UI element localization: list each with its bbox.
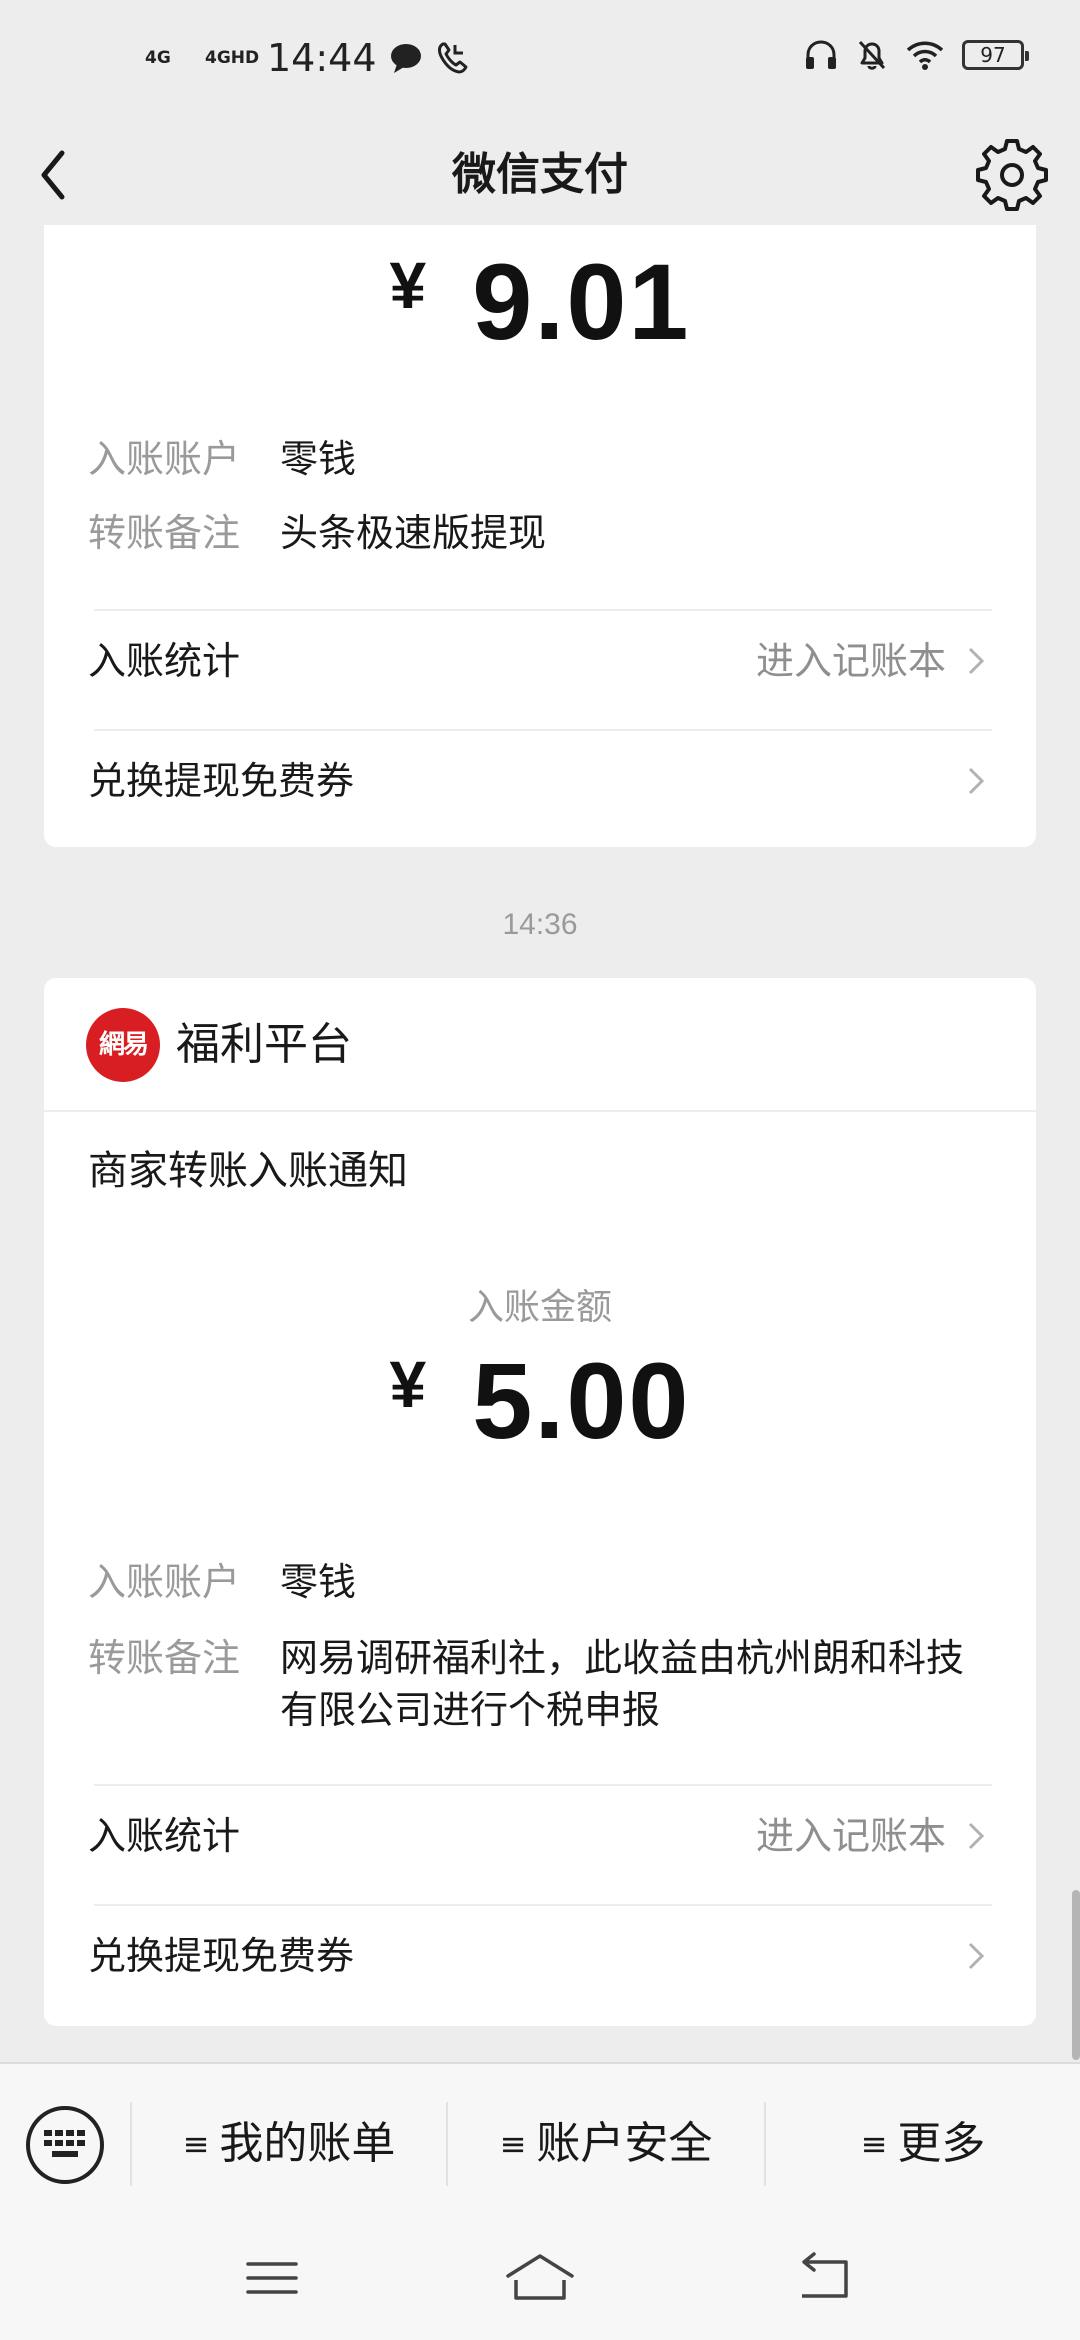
phone-icon (437, 42, 468, 74)
account-value: 零钱 (280, 437, 357, 481)
menu-label: 账户安全 (536, 2118, 713, 2169)
signal-indicator-2: 4GHD (205, 48, 260, 68)
remark-value: 头条极速版提现 (280, 511, 547, 555)
notice-title: 商家转账入账通知 (88, 1148, 408, 1194)
bottom-menu: ≡ 我的账单 ≡ 账户安全 ≡ 更多 (0, 2062, 1080, 2222)
menu-label: 我的账单 (219, 2118, 396, 2169)
stats-label: 入账统计 (88, 639, 241, 683)
chevron-right-icon (968, 1942, 985, 1970)
account-key: 入账账户 (88, 1560, 241, 1604)
wifi-icon (906, 41, 944, 70)
remark-key: 转账备注 (88, 511, 241, 555)
signal-indicator-1: 4G (145, 48, 171, 68)
menu-account-security[interactable]: ≡ 账户安全 (448, 2064, 764, 2224)
coupon-label: 兑换提现免费券 (88, 759, 355, 803)
chevron-right-icon (968, 647, 985, 675)
system-nav-bar (0, 2222, 1080, 2340)
menu-icon: ≡ (182, 2125, 210, 2163)
headphones-icon (806, 40, 836, 69)
currency-symbol: ¥ (389, 248, 427, 322)
currency-symbol: ¥ (389, 1347, 427, 1421)
back-nav-icon[interactable] (794, 2250, 854, 2306)
menu-icon: ≡ (860, 2125, 888, 2163)
gear-icon (976, 139, 1048, 211)
menu-label: 更多 (897, 2118, 986, 2169)
chat-bubble-icon (390, 44, 421, 73)
amount-display: ¥9.01 (44, 239, 1036, 364)
settings-button[interactable] (974, 137, 1050, 213)
amount-value: 5.00 (472, 1340, 691, 1461)
ledger-link: 进入记账本 (755, 1814, 946, 1858)
merchant-header[interactable]: 網易 福利平台 (44, 978, 1036, 1112)
amount-label: 入账金额 (467, 1287, 612, 1328)
coupon-row[interactable]: 兑换提现免费券 (88, 1906, 996, 2006)
recent-apps-icon[interactable] (244, 2250, 300, 2306)
transfer-card-1: ¥9.01 入账账户 零钱 转账备注 头条极速版提现 入账统计 进入记账本 兑换… (44, 225, 1036, 847)
keyboard-icon (44, 2130, 85, 2157)
menu-more[interactable]: ≡ 更多 (766, 2064, 1080, 2224)
message-timestamp: 14:36 (502, 908, 578, 941)
stats-row[interactable]: 入账统计 进入记账本 (88, 611, 996, 711)
remark-value: 网易调研福利社，此收益由杭州朗和科技有限公司进行个税申报 (280, 1636, 965, 1732)
page-title: 微信支付 (452, 149, 628, 200)
merchant-logo: 網易 (86, 1008, 160, 1082)
remark-key: 转账备注 (88, 1636, 241, 1680)
menu-my-bills[interactable]: ≡ 我的账单 (132, 2064, 446, 2224)
status-time: 14:44 (267, 36, 377, 80)
nav-bar: 微信支付 (0, 125, 1080, 225)
stats-row[interactable]: 入账统计 进入记账本 (88, 1786, 996, 1886)
keyboard-toggle-button[interactable] (26, 2106, 104, 2184)
menu-icon: ≡ (499, 2125, 527, 2163)
amount-display: ¥5.00 (44, 1338, 1036, 1463)
coupon-row[interactable]: 兑换提现免费券 (88, 731, 996, 831)
merchant-name: 福利平台 (176, 1019, 352, 1070)
battery-indicator: 97 (962, 40, 1029, 70)
chevron-right-icon (968, 1822, 985, 1850)
stats-label: 入账统计 (88, 1814, 241, 1858)
account-value: 零钱 (280, 1560, 357, 1604)
mute-bell-icon (858, 40, 886, 70)
home-icon[interactable] (504, 2250, 576, 2306)
chevron-right-icon (968, 767, 985, 795)
amount-value: 9.01 (472, 241, 691, 362)
coupon-label: 兑换提现免费券 (88, 1934, 355, 1978)
account-key: 入账账户 (88, 437, 241, 481)
transfer-card-2: 網易 福利平台 商家转账入账通知 入账金额 ¥5.00 入账账户 零钱 转账备注… (44, 978, 1036, 2026)
scrollbar[interactable] (1072, 1890, 1080, 2060)
ledger-link: 进入记账本 (755, 639, 946, 683)
status-bar: 4G 4GHD 14:44 97 (0, 0, 1080, 125)
